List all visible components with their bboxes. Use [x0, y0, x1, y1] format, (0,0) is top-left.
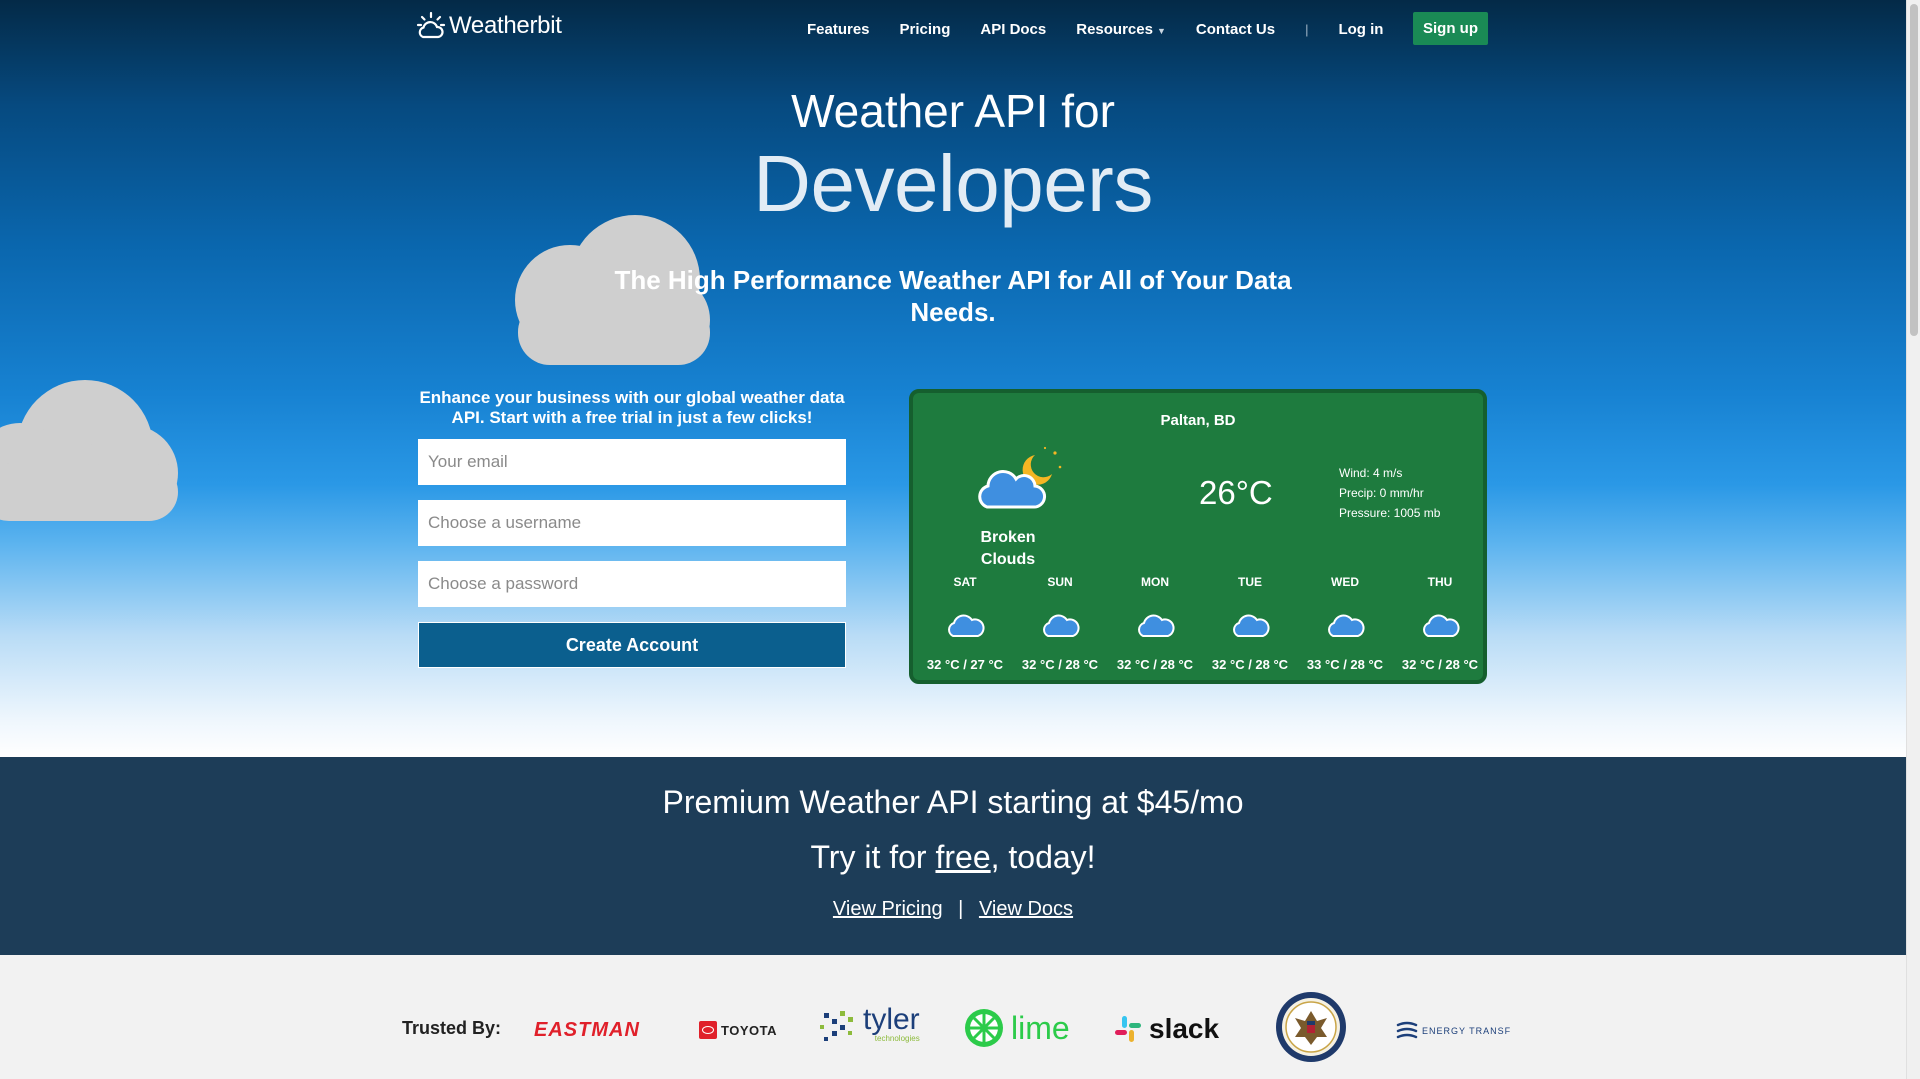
widget-location: Paltan, BD — [1160, 412, 1236, 429]
partly-cloudy-icon — [1233, 614, 1270, 637]
forecast-day: SUN — [1047, 575, 1073, 589]
toyota-wordmark: TOYOTA — [721, 1022, 777, 1038]
eastman-logo: EASTMAN — [534, 1019, 640, 1042]
seal-icon — [1276, 992, 1346, 1062]
create-account-button[interactable]: Create Account — [418, 622, 846, 668]
promo-free-suffix: , today! — [990, 839, 1096, 875]
partly-cloudy-icon — [1423, 614, 1460, 637]
trusted-by-section: Trusted By: EASTMAN TOYOTA tyler technol… — [0, 955, 1906, 1079]
nav-contact-us[interactable]: Contact Us — [1196, 21, 1275, 38]
energy-transfer-icon — [1396, 1021, 1418, 1039]
partly-cloudy-icon — [948, 614, 985, 637]
view-docs-link[interactable]: View Docs — [979, 898, 1073, 920]
forecast-range: 32 °C / 28 °C — [1211, 657, 1289, 672]
slack-logo: slack — [1113, 1013, 1219, 1045]
nav-resources-dropdown[interactable]: Resources ▼ — [1076, 21, 1166, 38]
promo-links: View Pricing | View Docs — [0, 898, 1906, 921]
brand-name: Weatherbit — [449, 12, 562, 39]
toyota-emblem-icon — [699, 1021, 717, 1039]
lime-logo: lime — [963, 1007, 1070, 1049]
lime-slice-icon — [965, 1009, 1003, 1047]
widget-precip: Precip: 0 mm/hr — [1339, 486, 1424, 500]
energy-transfer-wordmark: ENERGY TRANSF — [1422, 1026, 1512, 1036]
eastman-wordmark: EASTMAN — [534, 1019, 640, 1041]
nav-divider: | — [1305, 21, 1309, 37]
free-trial-link[interactable]: free — [935, 839, 990, 875]
nav-api-docs[interactable]: API Docs — [980, 21, 1046, 38]
hero-section: Weatherbit Features Pricing API Docs Res… — [0, 0, 1906, 757]
partly-cloudy-icon — [1043, 614, 1080, 637]
partly-cloudy-icon — [1138, 614, 1175, 637]
tyler-logo: tyler technologies — [820, 1005, 920, 1043]
forecast-day: THU — [1427, 575, 1453, 589]
chevron-down-icon: ▼ — [1156, 25, 1166, 36]
tyler-subtitle: technologies — [874, 1034, 920, 1043]
username-field[interactable] — [418, 500, 846, 546]
slack-wordmark: slack — [1149, 1013, 1220, 1044]
weatherbit-logo-icon — [416, 11, 446, 39]
tyler-name: tyler — [863, 1003, 920, 1036]
hero-subtitle: The High Performance Weather API for All… — [614, 265, 1292, 327]
tyler-wordmark: tyler technologies — [863, 1005, 920, 1043]
energy-transfer-logo: ENERGY TRANSF — [1396, 1021, 1511, 1041]
widget-stats: Wind: 4 m/s Precip: 0 mm/hr Pressure: 10… — [1339, 463, 1440, 523]
widget-pressure: Pressure: 1005 mb — [1339, 506, 1441, 520]
scrollbar-thumb[interactable] — [1910, 4, 1918, 336]
widget-condition: Broken Clouds — [980, 529, 1036, 568]
promo-price-line: Premium Weather API starting at $45/mo — [0, 784, 1906, 821]
forecast-day: WED — [1331, 575, 1359, 589]
forecast-day: MON — [1141, 575, 1169, 589]
partly-cloudy-icon — [1328, 614, 1365, 637]
promo-free-prefix: Try it for — [810, 839, 936, 875]
weather-widget: Paltan, BD Broken Clouds 26°C Wind: 4 m/… — [909, 389, 1487, 684]
promo-section: Premium Weather API starting at $45/mo T… — [0, 757, 1906, 955]
email-field[interactable] — [418, 439, 846, 485]
widget-wind: Wind: 4 m/s — [1339, 466, 1403, 480]
promo-price: $45/mo — [1136, 784, 1244, 820]
forecast-day: TUE — [1238, 575, 1262, 589]
forecast-range: 32 °C / 28 °C — [1401, 657, 1479, 672]
nav-resources-label: Resources — [1076, 20, 1153, 38]
trusted-by-label: Trusted By: — [402, 1018, 502, 1038]
state-department-seal-logo — [1275, 991, 1347, 1063]
signup-pitch: Enhance your business with our global we… — [419, 388, 845, 427]
slack-hash-icon — [1115, 1016, 1141, 1042]
cloud-decoration — [0, 380, 178, 521]
partly-cloudy-night-icon — [978, 446, 1062, 509]
promo-divider: | — [958, 898, 964, 920]
promo-free-line: Try it for free, today! — [0, 839, 1906, 876]
login-link[interactable]: Log in — [1338, 21, 1383, 38]
main-nav: Features Pricing API Docs Resources ▼ Con… — [807, 18, 1383, 40]
brand-logo[interactable]: Weatherbit — [416, 11, 562, 41]
toyota-logo: TOYOTA — [699, 1021, 777, 1039]
hero-title-line1: Weather API for — [791, 85, 1115, 137]
forecast-range: 32 °C / 27 °C — [926, 657, 1004, 672]
signup-button[interactable]: Sign up — [1413, 12, 1488, 45]
password-field[interactable] — [418, 561, 846, 607]
view-pricing-link[interactable]: View Pricing — [833, 898, 943, 920]
forecast-range: 32 °C / 28 °C — [1116, 657, 1194, 672]
nav-pricing[interactable]: Pricing — [900, 21, 951, 38]
forecast-range: 33 °C / 28 °C — [1306, 657, 1384, 672]
forecast-day: SAT — [953, 575, 977, 589]
forecast-range: 32 °C / 28 °C — [1021, 657, 1099, 672]
promo-price-prefix: Premium Weather API starting at — [662, 784, 1137, 820]
page-scrollbar[interactable] — [1906, 0, 1920, 1079]
widget-temperature: 26°C — [1199, 474, 1273, 511]
nav-features[interactable]: Features — [807, 21, 870, 38]
hero-title-line2: Developers — [753, 139, 1153, 228]
tyler-dots-icon — [820, 1011, 853, 1041]
lime-wordmark: lime — [1011, 1009, 1070, 1046]
